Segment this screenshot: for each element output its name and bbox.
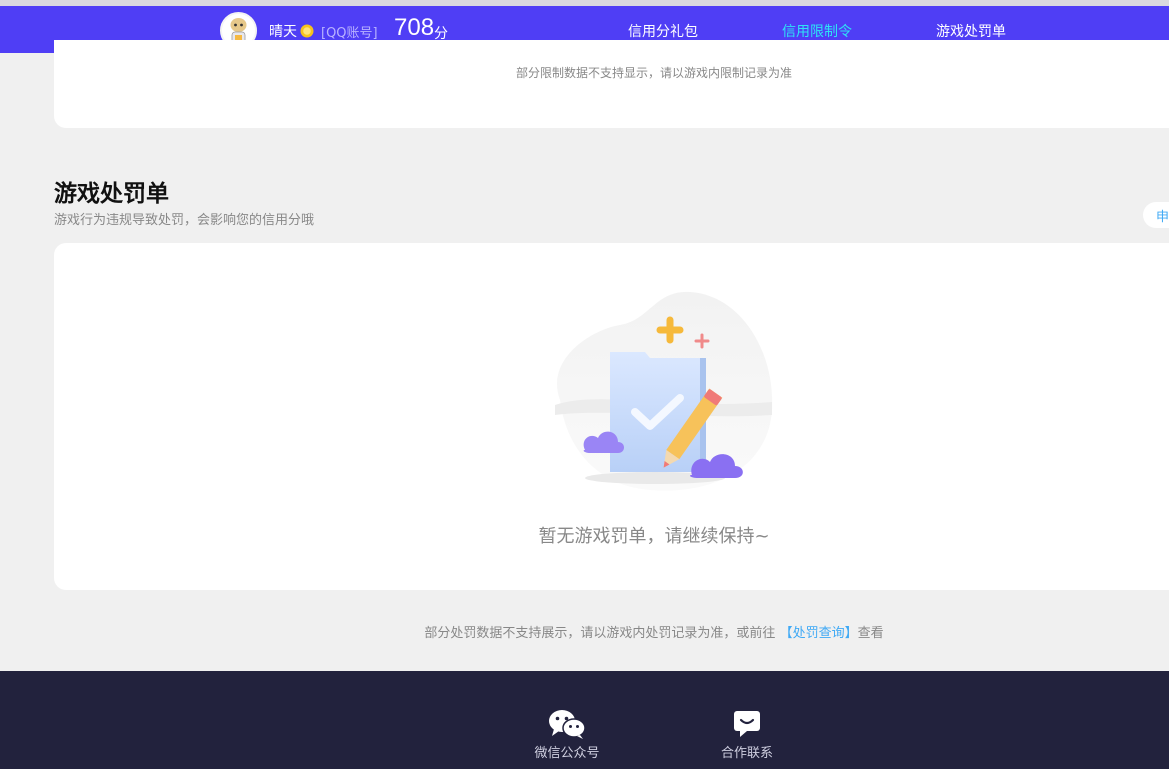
empty-state-illustration-icon [555,291,773,491]
section-subtitle: 游戏行为违规导致处罚，会影响您的信用分哦 [54,213,315,228]
penalty-notice: 部分处罚数据不支持展示，请以游戏内处罚记录为准，或前往 【处罚查询】查看 [0,622,1169,641]
nav-credit-gift[interactable]: 信用分礼包 [628,21,698,41]
restriction-card [54,40,1169,128]
section-title: 游戏处罚单 [54,181,169,207]
username: 晴天 [269,24,297,40]
sun-badge-icon [300,24,314,38]
credit-score: 708 [394,14,435,41]
nav-game-penalty[interactable]: 游戏处罚单 [936,21,1006,41]
penalty-notice-suffix: 查看 [857,626,884,641]
nav-credit-restriction[interactable]: 信用限制令 [782,21,852,41]
footer-wechat-label: 微信公众号 [534,746,600,761]
footer: 微信公众号 合作联系 [0,671,1169,769]
chat-icon [734,711,760,737]
penalty-query-link[interactable]: 【处罚查询】 [780,626,858,641]
footer-wechat[interactable]: 微信公众号 [522,709,612,761]
account-type: [QQ账号] [321,26,378,41]
appeal-button[interactable]: 申 [1143,202,1169,228]
footer-contact-label: 合作联系 [720,746,773,761]
penalty-notice-prefix: 部分处罚数据不支持展示，请以游戏内处罚记录为准，或前往 [424,626,776,641]
footer-contact[interactable]: 合作联系 [702,709,792,761]
empty-state-text: 暂无游戏罚单，请继续保持~ [538,526,770,547]
restriction-notice: 部分限制数据不支持显示，请以游戏内限制记录为准 [515,66,792,80]
wechat-icon [549,710,586,739]
